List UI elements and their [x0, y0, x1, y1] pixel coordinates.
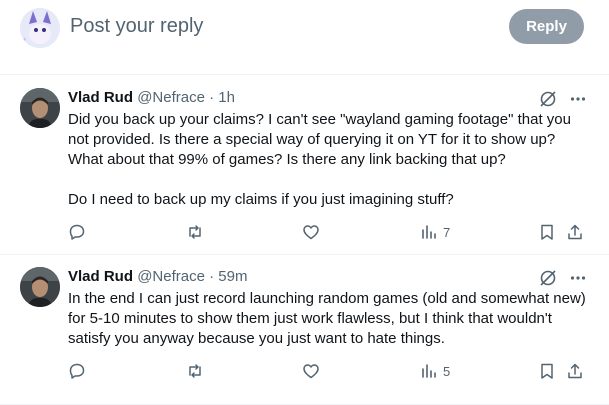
tweet-actions: 5	[68, 362, 588, 382]
reply-button[interactable]: Reply	[509, 9, 584, 44]
views-count: 7	[443, 224, 451, 240]
more-icon[interactable]	[569, 269, 587, 287]
reply-icon[interactable]	[68, 362, 86, 380]
grok-icon[interactable]	[539, 90, 557, 108]
views-action[interactable]: 7	[420, 223, 450, 241]
like-icon[interactable]	[302, 223, 320, 241]
avatar[interactable]	[20, 88, 60, 128]
tweet-header: Vlad Rud @Nefrace · 59m	[68, 267, 247, 287]
separator: ·	[209, 89, 215, 106]
author-handle[interactable]: @Nefrace	[137, 268, 205, 285]
reply-composer: Post your reply Reply	[0, 0, 609, 75]
bookmark-action[interactable]	[538, 362, 556, 380]
repost-action[interactable]	[186, 223, 204, 241]
tweet-paragraph: In the end I can just record launching r…	[68, 290, 586, 347]
bookmark-action[interactable]	[538, 223, 556, 241]
timestamp[interactable]: 1h	[218, 89, 235, 106]
share-icon[interactable]	[566, 362, 584, 380]
bookmark-icon[interactable]	[538, 362, 556, 380]
views-count: 5	[443, 363, 451, 379]
share-action[interactable]	[566, 362, 584, 380]
reply-input[interactable]: Post your reply	[70, 15, 203, 38]
timestamp[interactable]: 59m	[218, 268, 247, 285]
reply-action[interactable]	[68, 362, 86, 380]
views-icon	[420, 223, 438, 241]
author-name[interactable]: Vlad Rud	[68, 89, 133, 106]
tweet-paragraph: Do I need to back up my claims if you ju…	[68, 191, 454, 208]
tweet-header: Vlad Rud @Nefrace · 1h	[68, 88, 235, 108]
repost-icon[interactable]	[186, 362, 204, 380]
repost-action[interactable]	[186, 362, 204, 380]
like-action[interactable]	[302, 362, 320, 380]
tweet-text: Did you back up your claims? I can't see…	[68, 110, 588, 210]
author-name[interactable]: Vlad Rud	[68, 268, 133, 285]
reply-icon[interactable]	[68, 223, 86, 241]
tweet-paragraph: Did you back up your claims? I can't see…	[68, 111, 571, 168]
tweet[interactable]: Vlad Rud @Nefrace · 1h Did you back up y…	[0, 75, 609, 255]
separator: ·	[209, 268, 215, 285]
like-action[interactable]	[302, 223, 320, 241]
avatar[interactable]	[20, 267, 60, 307]
like-icon[interactable]	[302, 362, 320, 380]
share-action[interactable]	[566, 223, 584, 241]
share-icon[interactable]	[566, 223, 584, 241]
reply-action[interactable]	[68, 223, 86, 241]
more-icon[interactable]	[569, 90, 587, 108]
author-handle[interactable]: @Nefrace	[137, 89, 205, 106]
tweet[interactable]: Vlad Rud @Nefrace · 59m In the end I can…	[0, 255, 609, 405]
views-action[interactable]: 5	[420, 362, 450, 380]
bookmark-icon[interactable]	[538, 223, 556, 241]
tweet-actions: 7	[68, 223, 588, 243]
grok-icon[interactable]	[539, 269, 557, 287]
views-icon	[420, 362, 438, 380]
tweet-text: In the end I can just record launching r…	[68, 289, 588, 349]
repost-icon[interactable]	[186, 223, 204, 241]
avatar[interactable]	[20, 8, 60, 48]
